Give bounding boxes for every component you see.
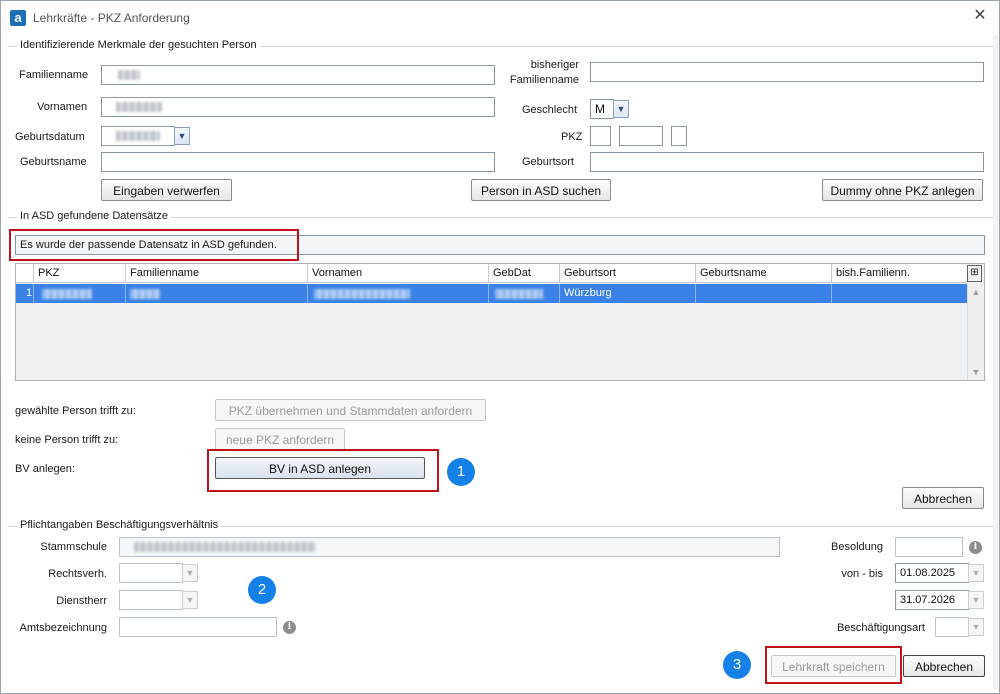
dienstherr-label: Dienstherr (56, 595, 107, 607)
bisheriger-familienname-input[interactable] (590, 62, 984, 82)
familienname-cell (125, 284, 307, 303)
step-badge-2: 2 (248, 576, 276, 604)
von-date-value: 01.08.2025 (900, 567, 956, 579)
geburtsdatum-label: Geburtsdatum (15, 131, 85, 143)
calendar-dropdown-icon[interactable]: ▼ (174, 127, 190, 145)
geburtsort-cell: Würzburg (559, 284, 695, 303)
step-badge-1: 1 (447, 458, 475, 486)
column-header[interactable]: Geburtsname (695, 264, 831, 283)
besoldung-label: Besoldung (831, 541, 883, 553)
column-header[interactable]: PKZ (33, 264, 125, 283)
app-logo-icon: a (10, 10, 26, 26)
calendar-dropdown-icon[interactable]: ▼ (968, 591, 984, 609)
create-dummy-button[interactable]: Dummy ohne PKZ anlegen (822, 179, 983, 201)
rechtsverh-select[interactable] (119, 563, 183, 583)
employment-group-title: Pflichtangaben Beschäftigungsverhältnis (17, 519, 222, 531)
chevron-down-icon[interactable]: ▼ (182, 591, 198, 609)
beschaeftigungsart-label: Beschäftigungsart (836, 622, 925, 634)
geschlecht-label: Geschlecht (522, 104, 578, 116)
gebdat-cell (488, 284, 559, 303)
beschaeftigungsart-select[interactable] (935, 617, 969, 637)
table-scrollbar[interactable]: ▲ ▼ (967, 284, 984, 380)
calendar-dropdown-icon[interactable]: ▼ (968, 564, 984, 582)
window-scroll-strip (993, 35, 999, 689)
geschlecht-value: M (595, 102, 605, 116)
bis-date-input[interactable]: 31.07.2026 (895, 590, 969, 610)
search-group-title: Identifizierende Merkmale der gesuchten … (17, 39, 260, 51)
familienname-input[interactable] (101, 65, 495, 85)
highlight-status-box (9, 229, 299, 261)
von-bis-label: von - bis (841, 568, 883, 580)
geschlecht-select[interactable]: M (590, 99, 614, 119)
von-date-input[interactable]: 01.08.2025 (895, 563, 969, 583)
results-group-title: In ASD gefundene Datensätze (17, 210, 171, 222)
cancel-button-bottom[interactable]: Abbrechen (903, 655, 985, 677)
pkz-input-part-3[interactable] (671, 126, 687, 146)
take-pkz-button[interactable]: PKZ übernehmen und Stammdaten anfordern (215, 399, 486, 421)
geburtsort-input[interactable] (590, 152, 984, 172)
geburtsname-label: Geburtsname (20, 156, 87, 168)
column-header[interactable]: Familienname (125, 264, 307, 283)
row-index: 1 (26, 287, 33, 299)
create-bv-button[interactable]: BV in ASD anlegen (215, 457, 425, 479)
familienname-label: Familienname (19, 69, 89, 81)
pkz-request-window: a Lehrkräfte - PKZ Anforderung ✕ Identif… (0, 0, 1000, 694)
stammschule-label: Stammschule (40, 541, 107, 553)
save-teacher-button[interactable]: Lehrkraft speichern (771, 655, 896, 677)
discard-inputs-button[interactable]: Eingaben verwerfen (101, 179, 232, 201)
besoldung-input[interactable] (895, 537, 963, 557)
bisheriger-familienname-label-2: Familienname (509, 74, 579, 86)
vornamen-cell (307, 284, 488, 303)
no-person-label: keine Person trifft zu: (15, 434, 119, 446)
amtsbezeichnung-label: Amtsbezeichnung (19, 622, 107, 634)
scroll-down-icon[interactable]: ▼ (968, 364, 984, 380)
bis-date-value: 31.07.2026 (900, 594, 956, 606)
geburtsname-input[interactable] (101, 152, 495, 172)
geburtsdatum-input[interactable] (101, 126, 175, 146)
step-badge-3: 3 (723, 651, 751, 679)
column-chooser-icon[interactable]: ⊞ (967, 265, 982, 282)
chevron-down-icon[interactable]: ▼ (182, 564, 198, 582)
results-table: PKZ Familienname Vornamen GebDat Geburts… (15, 263, 985, 381)
vornamen-label: Vornamen (37, 101, 88, 113)
info-icon[interactable]: i (969, 541, 982, 554)
info-icon[interactable]: i (283, 621, 296, 634)
bv-create-label: BV anlegen: (15, 463, 75, 475)
vornamen-input[interactable] (101, 97, 495, 117)
amtsbezeichnung-input[interactable] (119, 617, 277, 637)
cancel-button-results[interactable]: Abbrechen (902, 487, 984, 509)
table-row[interactable]: 1 Würzburg (16, 284, 967, 303)
geburtsort-label: Geburtsort (522, 156, 574, 168)
bisheriger-familienname-label-1: bisheriger (530, 59, 579, 71)
geburtsname-cell (695, 284, 831, 303)
search-person-button[interactable]: Person in ASD suchen (471, 179, 611, 201)
bish-familienname-cell (831, 284, 967, 303)
pkz-input-part-2[interactable] (619, 126, 663, 146)
scroll-up-icon[interactable]: ▲ (968, 284, 984, 300)
pkz-label: PKZ (561, 131, 583, 143)
chevron-down-icon[interactable]: ▼ (613, 100, 629, 118)
dienstherr-select[interactable] (119, 590, 183, 610)
selected-person-label: gewählte Person trifft zu: (15, 405, 136, 417)
column-header[interactable]: bish.Familienn. (831, 264, 967, 283)
window-title: Lehrkräfte - PKZ Anforderung (33, 11, 190, 25)
column-header[interactable]: Geburtsort (559, 264, 695, 283)
request-new-pkz-button[interactable]: neue PKZ anfordern (215, 428, 345, 450)
stammschule-input[interactable] (119, 537, 780, 557)
column-header[interactable]: Vornamen (307, 264, 488, 283)
chevron-down-icon[interactable]: ▼ (968, 618, 984, 636)
pkz-input-part-1[interactable] (590, 126, 611, 146)
rechtsverh-label: Rechtsverh. (48, 568, 107, 580)
pkz-cell (33, 284, 125, 303)
title-bar: a Lehrkräfte - PKZ Anforderung ✕ (1, 1, 999, 35)
column-header[interactable]: GebDat (488, 264, 559, 283)
close-icon[interactable]: ✕ (971, 7, 989, 25)
table-header: PKZ Familienname Vornamen GebDat Geburts… (16, 264, 967, 283)
